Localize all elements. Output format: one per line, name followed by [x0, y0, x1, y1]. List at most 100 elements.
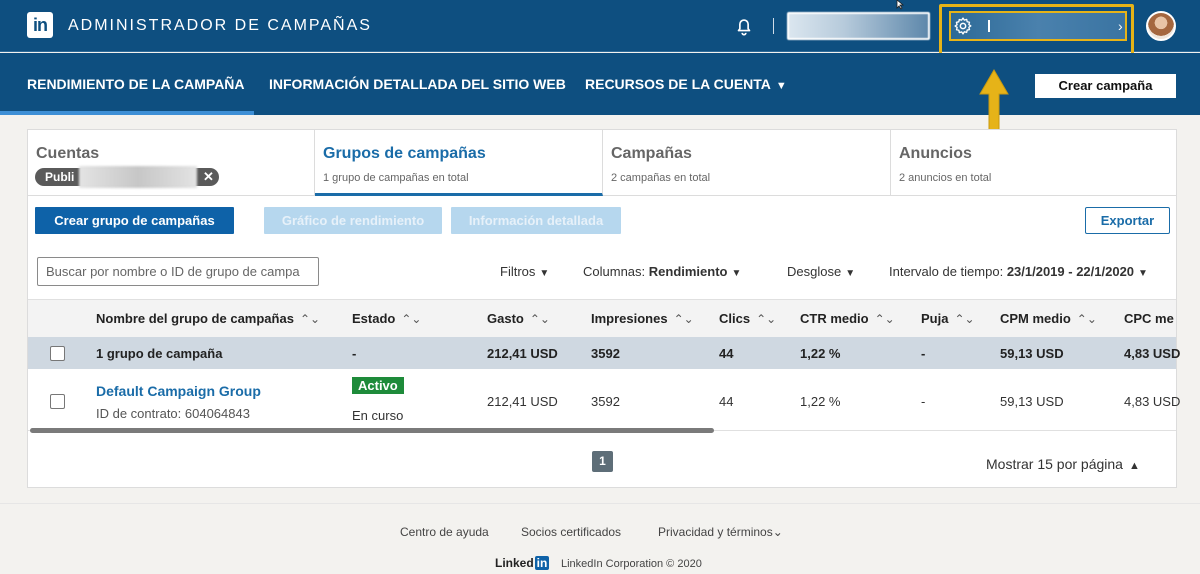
header-label: Gasto [487, 311, 524, 326]
breakdown-label: Desglose [787, 264, 842, 279]
nav-item-account-assets[interactable]: RECURSOS DE LA CUENTA ▼ [585, 76, 787, 92]
redacted-text [79, 166, 197, 188]
tab-campaigns[interactable]: Campañas 2 campañas en total [603, 130, 891, 195]
tab-subtitle: 2 campañas en total [611, 172, 711, 184]
top-bar: in ADMINISTRADOR DE CAMPAÑAS › [0, 0, 1200, 59]
nav-item-label: RECURSOS DE LA CUENTA [585, 76, 771, 92]
summary-ctr: 1,22 % [800, 346, 841, 361]
tab-subtitle: 2 anuncios en total [899, 172, 992, 184]
sort-icon: ⌃⌄ [1076, 312, 1097, 326]
summary-cpm: 59,13 USD [1000, 346, 1064, 361]
header-label: CPM medio [1000, 311, 1071, 326]
time-range-dropdown[interactable]: Intervalo de tiempo: 23/1/2019 - 22/1/20… [889, 264, 1148, 279]
gear-icon[interactable] [953, 16, 973, 36]
caret-down-icon: ▼ [845, 268, 856, 279]
create-campaign-group-button[interactable]: Crear grupo de campañas [35, 207, 234, 234]
close-icon[interactable]: ✕ [203, 169, 214, 185]
main-panel: Cuentas Publi ✕ Grupos de campañas 1 gru… [27, 129, 1180, 488]
column-header-impressions[interactable]: Impresiones ⌃⌄ [591, 311, 694, 326]
chevron-down-icon: ⌄ [772, 525, 783, 539]
chevron-right-icon[interactable]: › [1118, 18, 1123, 34]
caret-down-icon: ▼ [775, 80, 787, 92]
status-badge: Activo [352, 377, 404, 394]
footer-logo-in: in [534, 556, 550, 570]
header-label: Puja [921, 311, 949, 326]
app-title: ADMINISTRADOR DE CAMPAÑAS [68, 17, 372, 34]
per-page-selector[interactable]: Mostrar 15 por página ▲ [986, 456, 1140, 472]
tab-title: Anuncios [899, 145, 972, 162]
nav-item-campaign-performance[interactable]: RENDIMIENTO DE LA CAMPAÑA [27, 76, 245, 92]
row-cpm: 59,13 USD [1000, 394, 1064, 409]
tab-accounts[interactable]: Cuentas Publi ✕ [28, 130, 315, 195]
tab-title: Grupos de campañas [323, 145, 486, 162]
tab-campaign-groups[interactable]: Grupos de campañas 1 grupo de campañas e… [315, 130, 603, 196]
text-cursor [988, 20, 990, 32]
horizontal-scrollbar[interactable] [30, 428, 714, 433]
contract-id: ID de contrato: 604064843 [96, 406, 250, 421]
select-all-checkbox[interactable] [50, 346, 65, 361]
row-cpc: 4,83 USD [1124, 394, 1181, 409]
account-settings-dropdown[interactable] [949, 11, 1127, 41]
sort-icon: ⌃⌄ [756, 312, 777, 326]
column-header-status[interactable]: Estado ⌃⌄ [352, 311, 421, 326]
header-label: Clics [719, 311, 751, 326]
sort-icon: ⌃⌄ [401, 312, 422, 326]
summary-row: 1 grupo de campaña - 212,41 USD 3592 44 … [28, 337, 1180, 369]
column-header-bid[interactable]: Puja ⌃⌄ [921, 311, 975, 326]
table-row: Default Campaign Group ID de contrato: 6… [28, 369, 1180, 431]
detailed-info-button[interactable]: Información detallada [451, 207, 621, 234]
column-header-ctr[interactable]: CTR medio ⌃⌄ [800, 311, 895, 326]
nav-item-website-insights[interactable]: INFORMACIÓN DETALLADA DEL SITIO WEB [269, 76, 566, 92]
row-ctr: 1,22 % [800, 394, 841, 409]
footer-copyright: LinkedIn Corporation © 2020 [561, 558, 702, 570]
summary-cpc: 4,83 USD [1124, 346, 1181, 361]
sort-icon: ⌃⌄ [954, 312, 975, 326]
row-impressions: 3592 [591, 394, 620, 409]
tab-ads[interactable]: Anuncios 2 anuncios en total [891, 130, 1176, 195]
footer-divider [0, 503, 1200, 504]
status-text: En curso [352, 408, 404, 423]
performance-chart-button[interactable]: Gráfico de rendimiento [264, 207, 442, 234]
column-header-clicks[interactable]: Clics ⌃⌄ [719, 311, 776, 326]
tab-subtitle: 1 grupo de campañas en total [323, 172, 469, 184]
export-button[interactable]: Exportar [1085, 207, 1170, 234]
linkedin-logo-icon[interactable]: in [27, 12, 53, 38]
caret-up-icon: ▲ [1128, 460, 1140, 472]
columns-label: Columnas: [583, 264, 646, 279]
column-header-spend[interactable]: Gasto ⌃⌄ [487, 311, 550, 326]
search-input[interactable] [37, 257, 319, 286]
breakdown-dropdown[interactable]: Desglose ▼ [787, 264, 855, 279]
caret-down-icon: ▼ [731, 268, 742, 279]
page-button-current[interactable]: 1 [592, 451, 613, 472]
campaign-group-link[interactable]: Default Campaign Group [96, 383, 261, 399]
tab-title: Cuentas [36, 145, 100, 162]
filters-dropdown[interactable]: Filtros ▼ [500, 264, 549, 279]
bell-icon[interactable] [733, 15, 755, 37]
footer-help-link[interactable]: Centro de ayuda [400, 525, 489, 539]
summary-name: 1 grupo de campaña [96, 346, 223, 361]
column-header-cpm[interactable]: CPM medio ⌃⌄ [1000, 311, 1097, 326]
header-label: Estado [352, 311, 396, 326]
tab-title: Campañas [611, 145, 692, 162]
mouse-cursor-icon [896, 0, 905, 10]
table-header: Nombre del grupo de campañas ⌃⌄ Estado ⌃⌄ … [28, 299, 1176, 337]
caret-down-icon: ▼ [539, 268, 550, 279]
arrow-up-icon [979, 69, 1009, 133]
sort-icon: ⌃⌄ [529, 312, 550, 326]
row-checkbox[interactable] [50, 394, 65, 409]
footer-privacy-link[interactable]: Privacidad y términos⌄ [658, 525, 783, 539]
sort-icon: ⌃⌄ [673, 312, 694, 326]
columns-dropdown[interactable]: Columnas: Rendimiento ▼ [583, 264, 741, 279]
column-header-cpc[interactable]: CPC me [1124, 311, 1174, 326]
time-range-value: 23/1/2019 - 22/1/2020 [1006, 264, 1135, 279]
create-campaign-button[interactable]: Crear campaña [1035, 74, 1176, 98]
account-name-redacted[interactable] [787, 12, 930, 40]
footer-partners-link[interactable]: Socios certificados [521, 525, 621, 539]
column-header-name[interactable]: Nombre del grupo de campañas ⌃⌄ [96, 311, 320, 326]
footer-logo-text: Linked [495, 556, 534, 570]
summary-bid: - [921, 346, 926, 361]
avatar[interactable] [1146, 11, 1176, 41]
sort-icon: ⌃⌄ [299, 312, 321, 326]
account-filter-chip: Publi ✕ [35, 166, 219, 188]
row-spend: 212,41 USD [487, 394, 558, 409]
